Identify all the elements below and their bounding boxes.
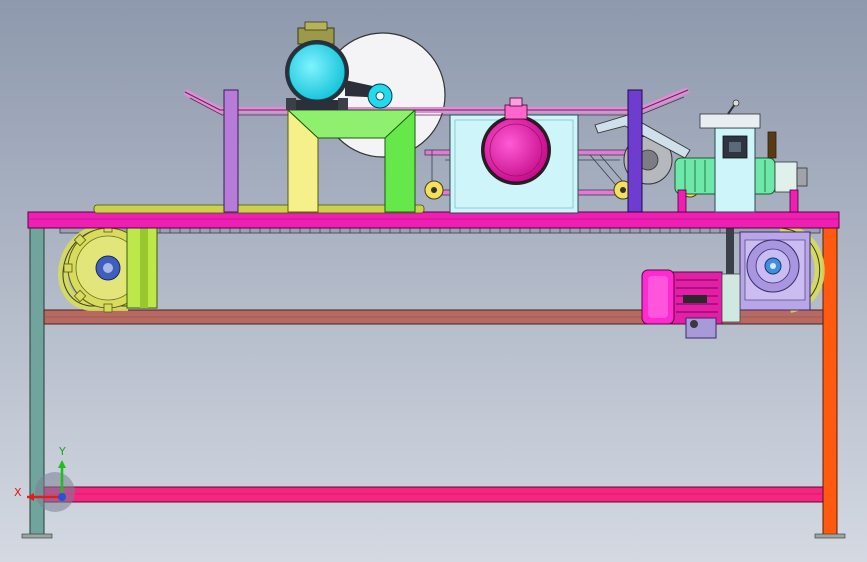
table-top bbox=[27, 211, 840, 229]
bottom-stretcher bbox=[43, 486, 824, 503]
axis-x-label: X bbox=[14, 486, 22, 499]
right-upright bbox=[627, 89, 643, 213]
motor-terminal-box bbox=[685, 317, 717, 339]
leg-right bbox=[822, 227, 838, 537]
foot-right bbox=[814, 533, 846, 539]
left-upright bbox=[223, 89, 239, 213]
foot-left bbox=[21, 533, 53, 539]
roller-housing bbox=[449, 97, 579, 214]
cad-viewport[interactable]: X Y bbox=[0, 0, 867, 562]
axis-y-label: Y bbox=[58, 445, 66, 458]
